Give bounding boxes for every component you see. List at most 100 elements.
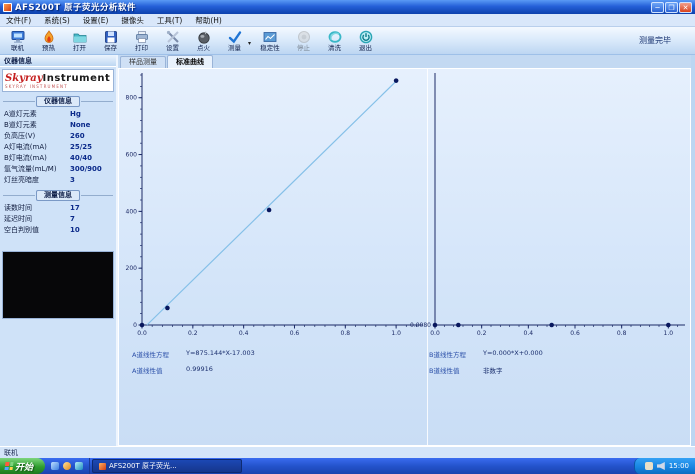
skyray-logo: SkyrayInstrument SKYRAY INSTRUMENT <box>2 69 114 92</box>
section-title: 测量信息 <box>36 190 80 201</box>
toolbar-button-measure[interactable]: 测量 <box>219 28 250 54</box>
toolbar-button-label: 稳定性 <box>260 43 280 52</box>
check-icon <box>228 30 242 44</box>
info-row: B灯电流(mA) 40/40 <box>0 153 116 164</box>
info-value: None <box>70 121 91 129</box>
menu-item-2[interactable]: 设置(E) <box>83 15 109 26</box>
info-value: 300/900 <box>70 165 102 173</box>
ignite-sphere-icon <box>197 30 211 44</box>
chart-a-linearity-value: 0.99916 <box>186 365 213 373</box>
toolbar-button-label: 打开 <box>73 43 86 52</box>
menu-item-4[interactable]: 工具(T) <box>157 15 182 26</box>
menu-item-0[interactable]: 文件(F) <box>6 15 31 26</box>
toolbar-button-exit[interactable]: 退出 <box>350 28 381 54</box>
toolbar-button-ignite[interactable]: 点火 <box>188 28 219 54</box>
svg-text:400: 400 <box>126 208 138 215</box>
toolbar-button-settings[interactable]: 设置 <box>157 28 188 54</box>
section-title: 仪器信息 <box>36 96 80 107</box>
windows-flag-icon <box>4 462 14 470</box>
chart-a-equation-value: Y=875.144*X-17.003 <box>186 349 255 357</box>
tab-standard-curve[interactable]: 标准曲线 <box>167 55 213 68</box>
standard-curve-panel: 0.0 0.2 0.4 0.6 0.8 1.0 0 200 400 600 800 0.0 0.2 0.… <box>118 68 691 446</box>
volume-icon[interactable] <box>656 462 665 470</box>
menu-item-1[interactable]: 系统(S) <box>44 15 70 26</box>
measure-dropdown-arrow-icon[interactable]: ▾ <box>248 40 251 47</box>
chart-b-annotations: B道线性方程 Y=0.000*X+0.000 B道线性值 非数字 <box>429 349 543 375</box>
toolbar-button-label: 点火 <box>197 43 210 52</box>
chart-b-linearity-label: B道线性值 <box>429 367 460 375</box>
window-title: AFS200T 原子荧光分析软件 <box>15 3 137 13</box>
toolbar-button-clean[interactable]: 清洗 <box>319 28 350 54</box>
toolbar-button-stability[interactable]: 稳定性 <box>252 28 288 54</box>
menu-item-5[interactable]: 帮助(H) <box>195 15 222 26</box>
info-value: 260 <box>70 132 85 140</box>
tools-icon <box>166 30 180 44</box>
info-label: 灯丝亮暗度 <box>4 176 39 184</box>
app-icon <box>3 2 12 12</box>
task-app-icon <box>99 462 107 470</box>
svg-text:200: 200 <box>126 265 138 272</box>
svg-text:0.6: 0.6 <box>570 330 580 337</box>
toolbar-button-print[interactable]: 打印 <box>126 28 157 54</box>
toolbar-button-open[interactable]: 打开 <box>64 28 95 54</box>
folder-open-icon <box>73 30 87 44</box>
chart-b-standard-curve: 0.0 0.2 0.4 0.6 0.8 1.0 0.0080 <box>410 73 685 337</box>
restore-button[interactable]: ❐ <box>665 1 678 13</box>
system-tray: 15:00 <box>633 458 695 474</box>
instrument-sidebar: 仪器信息 SkyrayInstrument SKYRAY INSTRUMENT … <box>0 55 118 446</box>
tray-icon-1[interactable] <box>644 462 653 470</box>
info-label: 延迟时间 <box>4 215 32 223</box>
info-row: 灯丝亮暗度 3 <box>0 175 116 186</box>
minimize-button[interactable]: ─ <box>651 1 664 13</box>
quick-launch-icon-3[interactable] <box>75 462 84 470</box>
svg-text:1.0: 1.0 <box>391 330 401 337</box>
svg-text:0.0: 0.0 <box>137 330 147 337</box>
info-label: B灯电流(mA) <box>4 154 47 162</box>
info-value: 3 <box>70 176 75 184</box>
info-label: 读数时间 <box>4 204 32 212</box>
chart-a-linearity-label: A道线性值 <box>132 367 163 375</box>
logo-brand-text: Skyray <box>5 73 43 84</box>
toolbar-button-stop[interactable]: 停止 <box>288 28 319 54</box>
menubar: 文件(F) 系统(S) 设置(E) 摄像头 工具(T) 帮助(H) <box>0 14 695 27</box>
info-value: Hg <box>70 110 81 118</box>
quick-launch-icon-2[interactable] <box>63 462 72 470</box>
toolbar-button-preheat[interactable]: 预热 <box>33 28 64 54</box>
logo-suffix-text: Instrument <box>42 73 111 84</box>
stability-chart-icon <box>263 30 277 44</box>
svg-text:0: 0 <box>133 322 137 329</box>
info-row: 读数时间 17 <box>0 203 116 214</box>
stop-circle-icon <box>297 30 311 44</box>
toolbar-button-label: 退出 <box>359 43 373 52</box>
quick-launch-icon-1[interactable] <box>51 462 60 470</box>
menu-item-3[interactable]: 摄像头 <box>121 15 144 26</box>
info-row: 延迟时间 7 <box>0 214 116 225</box>
toolbar-button-label: 停止 <box>297 43 311 52</box>
camera-view <box>2 251 114 319</box>
taskbar: 开始 AFS200T 原子荧光... 15:00 <box>0 458 695 474</box>
task-button-label: AFS200T 原子荧光... <box>109 462 177 470</box>
toolbar-button-save[interactable]: 保存 <box>95 28 126 54</box>
info-value: 25/25 <box>70 143 93 151</box>
tab-sample-measure[interactable]: 样品测量 <box>120 56 166 68</box>
svg-text:600: 600 <box>126 152 138 159</box>
taskbar-task-afs200t[interactable]: AFS200T 原子荧光... <box>92 459 243 473</box>
quick-launch-area <box>45 458 91 474</box>
svg-text:0.0080: 0.0080 <box>410 322 431 329</box>
tray-clock: 15:00 <box>668 462 689 470</box>
svg-text:0.0: 0.0 <box>430 330 440 337</box>
toolbar-button-connect[interactable]: 联机 <box>2 28 33 54</box>
chart-a-annotations: A道线性方程 Y=875.144*X-17.003 A道线性值 0.99916 <box>132 349 255 375</box>
info-label: A灯电流(mA) <box>4 143 47 151</box>
toolbar-button-label: 清洗 <box>328 43 342 52</box>
start-button[interactable]: 开始 <box>0 458 46 474</box>
titlebar[interactable]: AFS200T 原子荧光分析软件 ─ ❐ ✕ <box>0 0 695 14</box>
info-row: 空白判别值 10 <box>0 225 116 236</box>
desktop: AFS200T 原子荧光分析软件 ─ ❐ ✕ 文件(F) 系统(S) 设置(E) 摄像… <box>0 0 695 474</box>
main-area: 样品测量 标准曲线 0.0 0.2 0.4 0.6 0.8 1.0 0 200 400 600 800… <box>118 55 695 446</box>
chart-a-equation-label: A道线性方程 <box>132 351 169 359</box>
close-button[interactable]: ✕ <box>679 1 692 13</box>
info-value: 17 <box>70 204 80 212</box>
info-label: A道灯元素 <box>4 110 37 118</box>
svg-text:0.4: 0.4 <box>524 330 534 337</box>
